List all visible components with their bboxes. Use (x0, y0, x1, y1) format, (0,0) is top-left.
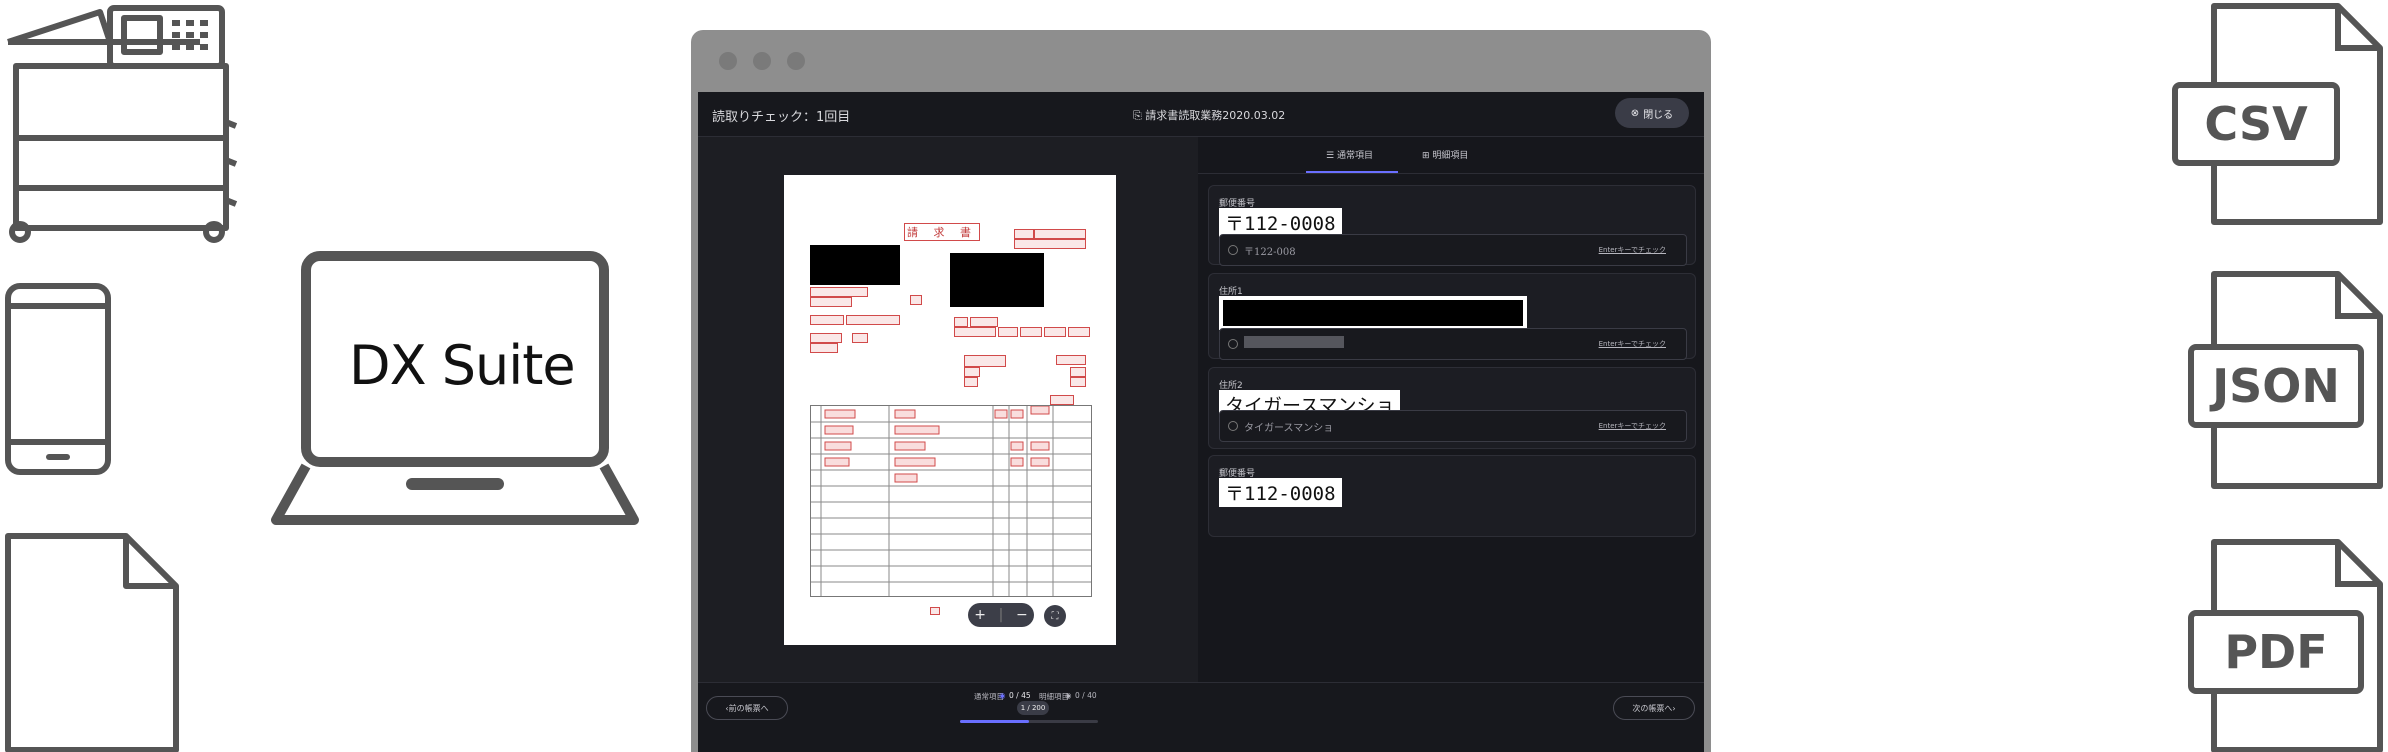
normal-items-count: 0 / 45 (1009, 691, 1031, 700)
window-dot-1[interactable] (719, 52, 737, 70)
ocr-region (1056, 355, 1086, 365)
page-title: 読取りチェック：1回目 (712, 110, 851, 125)
next-document-button[interactable]: 次の帳票へ › (1613, 696, 1695, 720)
redacted-value (1244, 336, 1344, 348)
ocr-region (1044, 327, 1066, 337)
ocr-region (1050, 395, 1074, 405)
ocr-region (998, 327, 1018, 337)
printer-icon (7, 5, 238, 243)
enter-hint: Enterキーでチェック (1598, 422, 1666, 430)
ocr-region (810, 287, 868, 297)
tab-detail-label: 明細項目 (1432, 151, 1469, 161)
check-icon: ◉ (1065, 691, 1072, 700)
fit-screen-icon[interactable]: ⛶ (1044, 605, 1066, 627)
smartphone-icon (5, 283, 111, 475)
ocr-region (930, 607, 940, 615)
chevron-right-icon: › (1672, 703, 1676, 713)
field-card: 住所2 タイガースマンショ タイガースマンショ Enterキーでチェック (1208, 367, 1696, 449)
ocr-region (1014, 239, 1086, 249)
brand-name: DX Suite (349, 334, 576, 397)
zoom-control: + | − (968, 603, 1034, 627)
close-button[interactable]: ⊗ 閉じる (1615, 98, 1689, 128)
field-input[interactable]: Enterキーでチェック (1219, 328, 1687, 360)
ocr-region (810, 343, 838, 353)
prev-label: 前の帳票へ (728, 703, 769, 713)
ocr-region (846, 315, 900, 325)
extracted-image-text: 〒112-0008 (1219, 208, 1342, 237)
page-indicator: 1 / 200 (1017, 701, 1049, 715)
ocr-region (910, 295, 922, 305)
footer-bar: ‹ 前の帳票へ 通常項目 ◉ 0 / 45 明細項目 ◉ 0 / 40 1 / … (698, 682, 1704, 752)
check-icon: ◉ (999, 691, 1006, 700)
zoom-divider: | (998, 607, 1004, 623)
enter-hint: Enterキーでチェック (1598, 340, 1666, 348)
app-window: 読取りチェック：1回目 ⎘ 請求書読取業務2020.03.02 ⊗ 閉じる 請 … (691, 30, 1711, 752)
document-name: 請求書読取業務2020.03.02 (1145, 109, 1286, 122)
document-file-icon (5, 533, 179, 752)
ocr-region (970, 317, 998, 327)
status-circle-icon (1228, 339, 1238, 349)
close-circle-icon: ⊗ (1630, 107, 1640, 119)
ocr-region (852, 333, 868, 343)
list-icon: ☰ (1326, 151, 1337, 161)
ocr-region (1014, 229, 1034, 239)
field-input-value: 〒122-008 (1244, 247, 1296, 258)
redaction-block (810, 245, 900, 285)
ocr-region (954, 327, 996, 337)
close-label: 閉じる (1643, 109, 1674, 121)
window-dot-3[interactable] (787, 52, 805, 70)
table-icon: ⊞ (1422, 151, 1433, 161)
ocr-region (1034, 229, 1086, 239)
status-circle-icon (1228, 421, 1238, 431)
table-lines (811, 406, 1091, 596)
progress-bar (960, 720, 1098, 723)
ocr-region (1020, 327, 1042, 337)
active-tab-indicator (1306, 171, 1398, 173)
zoom-out-icon[interactable]: − (1016, 607, 1028, 623)
ocr-region (964, 355, 1006, 367)
redaction-block (950, 253, 1044, 307)
field-input[interactable]: タイガースマンショ Enterキーでチェック (1219, 410, 1687, 442)
app-header: 読取りチェック：1回目 ⎘ 請求書読取業務2020.03.02 ⊗ 閉じる (698, 92, 1704, 137)
tab-normal-items[interactable]: ☰ 通常項目 (1326, 148, 1373, 161)
next-label: 次の帳票へ (1632, 703, 1673, 713)
ocr-region (810, 315, 844, 325)
field-card: 郵便番号 〒112-0008 〒122-008 Enterキーでチェック (1208, 185, 1696, 266)
document-name-wrap: ⎘ 請求書読取業務2020.03.02 (1133, 107, 1285, 123)
document-page[interactable]: 請 求 書 (784, 175, 1116, 645)
field-input-value: タイガースマンショ (1244, 423, 1334, 434)
enter-hint: Enterキーでチェック (1598, 246, 1666, 254)
field-card: 住所1 Enterキーでチェック (1208, 273, 1696, 360)
field-tabs: ☰ 通常項目 ⊞ 明細項目 (1198, 137, 1704, 174)
tab-detail-items[interactable]: ⊞ 明細項目 (1422, 148, 1468, 161)
ocr-region (964, 367, 980, 377)
window-dot-2[interactable] (753, 52, 771, 70)
ocr-region (1070, 367, 1086, 377)
document-title: 請 求 書 (904, 223, 980, 241)
field-card: 郵便番号 〒112-0008 (1208, 455, 1696, 537)
extracted-image-text: 〒112-0008 (1219, 478, 1342, 507)
json-label: JSON (2188, 344, 2364, 428)
pdf-label: PDF (2188, 610, 2364, 694)
csv-label: CSV (2172, 82, 2340, 166)
document-preview-pane: 請 求 書 + | − ⛶ (698, 137, 1198, 682)
ocr-region (1068, 327, 1090, 337)
copy-icon: ⎘ (1133, 109, 1146, 122)
invoice-table (810, 405, 1092, 597)
detail-items-count: 0 / 40 (1075, 691, 1097, 700)
app-content: 読取りチェック：1回目 ⎘ 請求書読取業務2020.03.02 ⊗ 閉じる 請 … (698, 92, 1704, 752)
ocr-region (810, 333, 842, 343)
zoom-in-icon[interactable]: + (974, 607, 986, 623)
status-circle-icon (1228, 245, 1238, 255)
ocr-region (810, 297, 852, 307)
ocr-region (1070, 377, 1086, 387)
prev-document-button[interactable]: ‹ 前の帳票へ (706, 696, 788, 720)
ocr-region (954, 317, 968, 327)
redacted-image (1219, 296, 1527, 330)
field-input[interactable]: 〒122-008 Enterキーでチェック (1219, 234, 1687, 266)
fields-pane: ☰ 通常項目 ⊞ 明細項目 郵便番号 〒112-0008 〒122-008 En… (1198, 137, 1704, 682)
progress-fill (960, 720, 1029, 723)
tab-normal-label: 通常項目 (1336, 151, 1373, 161)
ocr-region (964, 377, 978, 387)
